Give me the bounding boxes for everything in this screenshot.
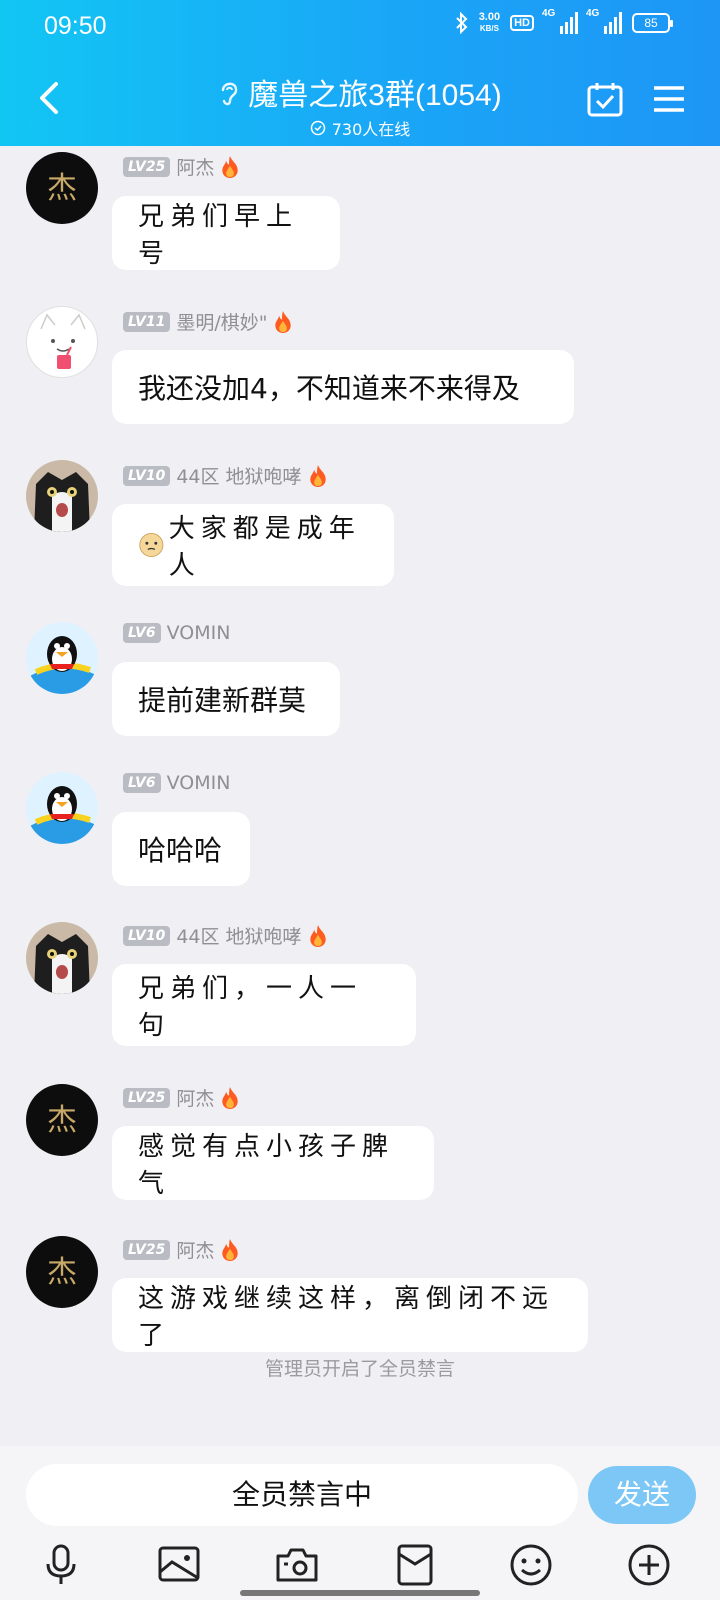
network-speed: 3.00 KB/S xyxy=(478,11,501,34)
message-bubble[interactable]: 哈哈哈 xyxy=(112,812,250,886)
ear-icon xyxy=(222,82,238,106)
fire-icon xyxy=(309,924,326,947)
signal-icon-2: 4G xyxy=(586,8,622,34)
microphone-icon[interactable] xyxy=(38,1542,84,1588)
red-packet-icon[interactable] xyxy=(392,1542,438,1588)
fire-icon xyxy=(222,1238,239,1261)
system-notice: 管理员开启了全员禁言 xyxy=(264,1358,455,1380)
svg-text:杰: 杰 xyxy=(47,1103,77,1138)
avatar-cat-tuxedo[interactable] xyxy=(26,922,98,994)
fire-icon xyxy=(309,464,326,487)
avatar-ajie[interactable]: 杰 xyxy=(26,1084,98,1156)
signal-icon: 4G xyxy=(542,8,578,34)
avatar-penguin[interactable] xyxy=(26,772,98,844)
fire-icon xyxy=(275,310,292,333)
sender-name: 阿杰 xyxy=(176,157,215,179)
level-badge: LV10 xyxy=(123,925,171,946)
level-badge: LV6 xyxy=(123,773,161,793)
input-area: 全员禁言中 发送 xyxy=(0,1446,720,1600)
sender-name: 44区 地狱咆哮 xyxy=(176,466,302,488)
avatar-cat-white[interactable] xyxy=(26,306,98,378)
camera-icon[interactable] xyxy=(274,1542,320,1588)
chat-header: 09:50 3.00 KB/S HD 4G 4G 85 魔兽之旅3群(1054) … xyxy=(0,0,720,146)
avatar-ajie[interactable]: 杰 xyxy=(26,1236,98,1308)
calendar-check-icon[interactable] xyxy=(586,80,624,118)
message-bubble[interactable]: 感觉有点小孩子脾气 xyxy=(112,1126,434,1200)
online-count: 730人在线 xyxy=(331,120,411,139)
fire-icon xyxy=(222,155,239,178)
level-badge: LV25 xyxy=(123,1087,171,1108)
sender-name: 44区 地狱咆哮 xyxy=(176,926,302,948)
muted-input-field[interactable]: 全员禁言中 xyxy=(26,1464,578,1526)
svg-text:杰: 杰 xyxy=(47,1255,77,1290)
message-bubble[interactable]: 这游戏继续这样，离倒闭不远了 xyxy=(112,1278,588,1352)
sender-name: 阿杰 xyxy=(176,1240,215,1262)
sender-name: 阿杰 xyxy=(176,1088,215,1110)
status-icons: 3.00 KB/S HD 4G 4G 85 xyxy=(455,8,673,34)
avatar-cat-tuxedo[interactable] xyxy=(26,460,98,532)
home-indicator[interactable] xyxy=(240,1590,480,1596)
svg-text:杰: 杰 xyxy=(47,171,77,206)
send-button[interactable]: 发送 xyxy=(588,1466,696,1524)
sender-name: 墨明/棋妙" xyxy=(176,312,268,334)
level-badge: LV10 xyxy=(123,465,171,486)
sender-name: VOMIN xyxy=(166,622,231,644)
message-bubble[interactable]: 提前建新群莫 xyxy=(112,662,340,736)
menu-icon[interactable] xyxy=(652,84,686,114)
chat-title: 魔兽之旅3群(1054) xyxy=(248,79,502,112)
level-badge: LV25 xyxy=(123,156,171,177)
emoji-face-icon xyxy=(139,532,164,558)
level-badge: LV25 xyxy=(123,1239,171,1260)
message-bubble[interactable]: 大家都是成年人 xyxy=(112,504,394,586)
message-bubble[interactable]: 兄弟们早上号 xyxy=(112,196,340,270)
fire-icon xyxy=(222,1086,239,1109)
sender-name: VOMIN xyxy=(166,772,231,794)
bluetooth-icon xyxy=(455,12,468,34)
status-time: 09:50 xyxy=(44,12,107,40)
message-bubble[interactable]: 兄弟们，一人一句 xyxy=(112,964,416,1046)
hd-badge: HD xyxy=(510,15,534,31)
input-toolbar xyxy=(0,1542,720,1592)
message-bubble[interactable]: 我还没加4，不知道来不来得及 xyxy=(112,350,574,424)
avatar-ajie[interactable]: 杰 xyxy=(26,152,98,224)
avatar-penguin[interactable] xyxy=(26,622,98,694)
battery-icon: 85 xyxy=(632,13,673,33)
plus-icon[interactable] xyxy=(626,1542,672,1588)
emoji-icon[interactable] xyxy=(508,1542,554,1588)
image-icon[interactable] xyxy=(156,1542,202,1588)
level-badge: LV6 xyxy=(123,623,161,643)
level-badge: LV11 xyxy=(123,311,171,332)
online-check-icon xyxy=(310,120,325,136)
